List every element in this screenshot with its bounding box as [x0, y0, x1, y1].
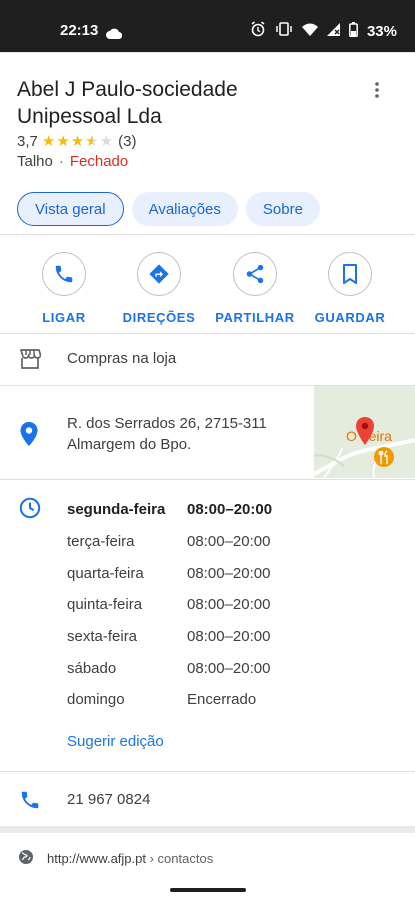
hours-time: 08:00–20:00	[187, 533, 271, 550]
star-icon: ★	[56, 133, 71, 150]
website-path: › contactos	[146, 851, 214, 866]
hours-day: quinta-feira	[67, 596, 143, 613]
opening-hours: segunda-feira 08:00–20:00 terça-feira 08…	[0, 480, 415, 770]
hours-time: 08:00–20:00	[187, 565, 271, 582]
map-thumbnail[interactable]: O neira	[314, 386, 415, 478]
directions-label: DIREÇÕES	[122, 310, 196, 325]
open-status: Fechado	[69, 153, 129, 170]
directions-button[interactable]: DIREÇÕES	[111, 252, 207, 325]
status-time: 22:13	[60, 22, 99, 39]
share-button-circle[interactable]	[233, 252, 277, 296]
vibrate-icon	[275, 22, 293, 41]
call-label: LIGAR	[42, 310, 86, 325]
phone-number: 21 967 0824	[67, 791, 151, 808]
map-marker-icon	[356, 417, 374, 445]
service-text: Compras na loja	[67, 350, 177, 367]
service-row: Compras na loja	[0, 334, 415, 384]
review-count: (3)	[118, 132, 137, 150]
tab-overview[interactable]: Vista geral	[17, 192, 124, 226]
share-icon	[246, 264, 264, 284]
location-pin-icon	[20, 422, 38, 451]
suggest-edit-link[interactable]: Sugerir edição	[67, 733, 164, 750]
star-icon: ★	[41, 133, 57, 150]
bookmark-icon	[343, 264, 357, 284]
hours-time: Encerrado	[187, 691, 257, 708]
website-row[interactable]: http://www.afjp.pt › contactos	[0, 834, 415, 882]
hours-time: 08:00–20:00	[187, 660, 271, 677]
storefront-icon	[19, 349, 42, 374]
save-label: GUARDAR	[314, 310, 386, 325]
hours-day: sábado	[67, 660, 117, 677]
address-line-2: Almargem do Bpo.	[67, 436, 192, 453]
divider	[0, 234, 415, 235]
star-icon: ★	[70, 133, 86, 150]
category-row: Talho · Fechado	[17, 153, 128, 170]
clock-icon	[19, 497, 41, 524]
address-row[interactable]: R. dos Serrados 26, 2715-311 Almargem do…	[0, 386, 415, 478]
alarm-icon	[250, 21, 266, 42]
rating-value: 3,7	[17, 132, 38, 150]
hours-day: domingo	[67, 691, 125, 708]
hours-day: segunda-feira	[67, 501, 166, 518]
hours-day: sexta-feira	[67, 628, 138, 645]
tab-bar: Vista geral Avaliações Sobre	[17, 192, 320, 226]
half-star-icon: ★	[85, 133, 100, 150]
wifi-icon	[301, 23, 318, 41]
globe-icon	[18, 849, 34, 870]
status-bar: 22:13 33%	[0, 0, 415, 52]
call-button[interactable]: LIGAR	[16, 252, 112, 325]
hours-time: 08:00–20:00	[187, 596, 271, 613]
home-gesture-handle[interactable]	[170, 888, 246, 892]
directions-icon	[149, 264, 169, 284]
battery-percent: 33%	[366, 23, 397, 40]
section-gap	[0, 826, 415, 833]
share-label: PARTILHAR	[215, 310, 295, 325]
directions-button-circle[interactable]	[137, 252, 181, 296]
rating-stars: ★★★★★	[42, 132, 114, 150]
tab-reviews[interactable]: Avaliações	[131, 192, 238, 226]
save-button-circle[interactable]	[328, 252, 372, 296]
more-options-icon[interactable]	[370, 80, 384, 100]
rating-row[interactable]: 3,7 ★★★★★ (3)	[17, 132, 137, 151]
cloud-icon	[106, 26, 123, 44]
sheet-top	[0, 52, 415, 63]
hours-time: 08:00–20:00	[187, 628, 271, 645]
call-button-circle[interactable]	[42, 252, 86, 296]
hours-day: terça-feira	[67, 533, 135, 550]
website-link: http://www.afjp.pt › contactos	[47, 851, 213, 866]
share-button[interactable]: PARTILHAR	[207, 252, 303, 325]
address-text: R. dos Serrados 26, 2715-311 Almargem do…	[67, 413, 307, 455]
place-title: Abel J Paulo-sociedade Unipessoal Lda	[17, 78, 238, 128]
address-line-1: R. dos Serrados 26, 2715-311	[67, 415, 267, 432]
separator: ·	[58, 153, 64, 170]
phone-row[interactable]: 21 967 0824	[0, 772, 415, 826]
phone-icon	[19, 789, 41, 816]
battery-icon	[349, 21, 358, 42]
restaurant-icon	[374, 447, 394, 467]
save-button[interactable]: GUARDAR	[302, 252, 398, 325]
hours-day: quarta-feira	[67, 565, 144, 582]
hours-time: 08:00–20:00	[187, 501, 273, 518]
category: Talho	[17, 153, 53, 170]
website-url: http://www.afjp.pt	[47, 851, 146, 866]
signal-icon	[326, 22, 340, 41]
tab-about[interactable]: Sobre	[245, 192, 320, 226]
phone-icon	[55, 265, 73, 283]
empty-star-icon: ★	[99, 133, 115, 150]
navigation-bar	[0, 882, 415, 900]
